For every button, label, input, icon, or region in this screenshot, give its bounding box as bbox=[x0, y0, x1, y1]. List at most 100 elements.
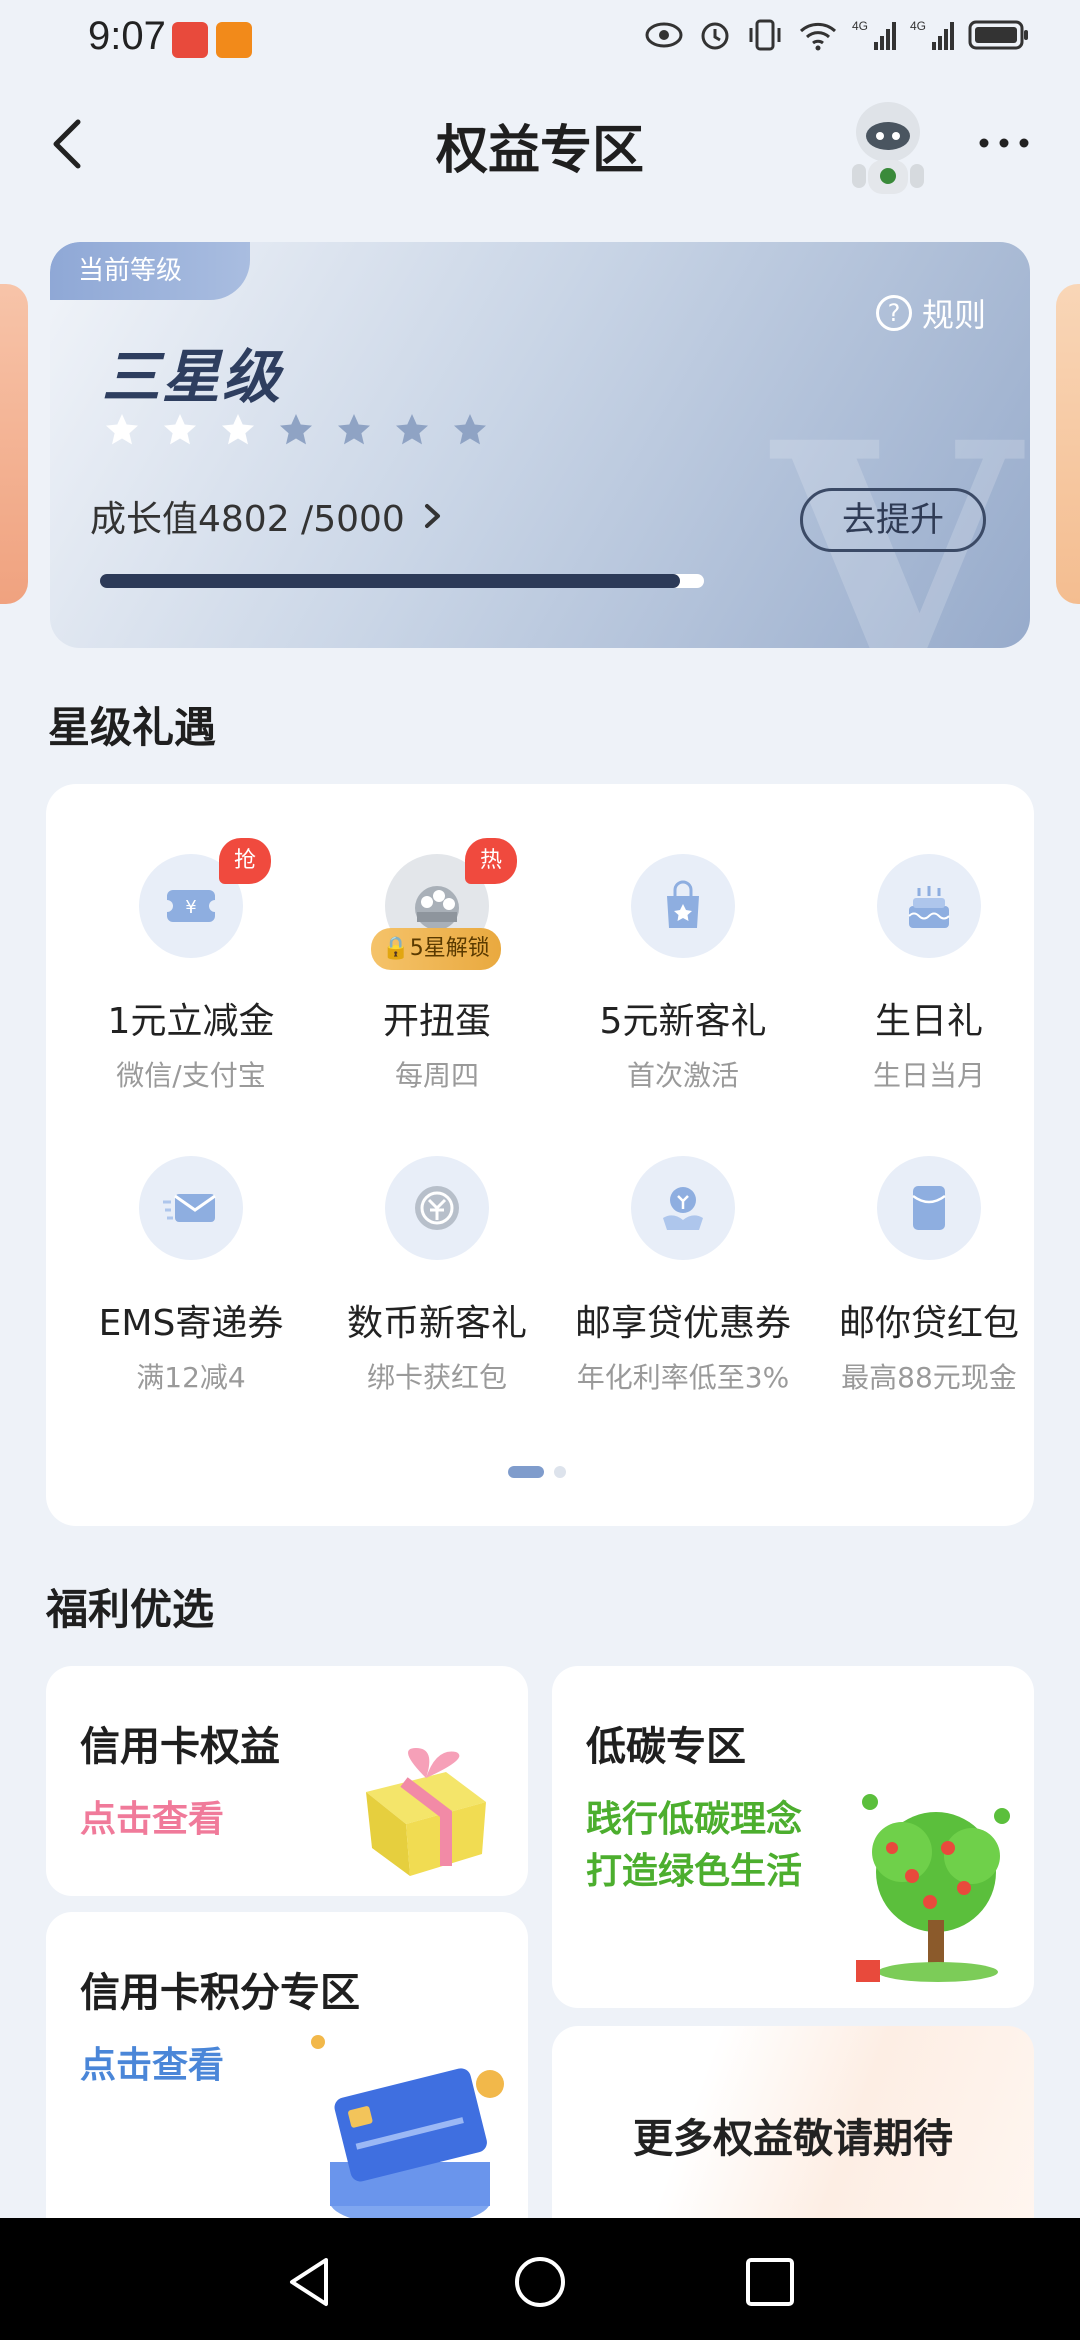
star-filled-icon bbox=[222, 414, 254, 445]
benefit-subtitle: 每周四 bbox=[394, 1059, 479, 1092]
page-indicator bbox=[508, 1466, 566, 1478]
star-gifts-panel: ¥ 抢 1元立减金 微信/支付宝 热 🔒5星解锁 开扭蛋 每周四 5元新客礼 首… bbox=[46, 784, 1034, 1526]
app-notification-icon bbox=[172, 22, 208, 58]
benefit-item-ems-coupon[interactable]: EMS寄递券 满12减4 bbox=[68, 1156, 314, 1396]
next-level-card[interactable] bbox=[1056, 284, 1080, 604]
hot-badge: 热 bbox=[465, 838, 517, 884]
more-options-button[interactable] bbox=[974, 128, 1034, 158]
page-dot-active bbox=[508, 1466, 544, 1478]
star-empty-icon bbox=[396, 414, 428, 445]
view-link[interactable]: 点击查看 bbox=[80, 1790, 224, 1842]
growth-value-link[interactable]: 成长值4802 /5000 bbox=[90, 490, 445, 542]
star-empty-icon bbox=[338, 414, 370, 445]
credit-card-points-card[interactable]: 信用卡积分专区 点击查看 bbox=[46, 1912, 528, 2242]
status-time: 9:07 bbox=[88, 14, 166, 58]
benefit-title: 开扭蛋 bbox=[382, 1001, 491, 1042]
benefit-item-birthday-gift[interactable]: 生日礼 生日当月 bbox=[806, 854, 1052, 1094]
system-navigation-bar bbox=[0, 2218, 1080, 2340]
benefit-title: 1元立减金 bbox=[107, 1001, 275, 1042]
upgrade-button[interactable]: 去提升 bbox=[800, 488, 986, 552]
growth-progress-fill bbox=[100, 574, 681, 588]
chevron-right-icon bbox=[424, 504, 440, 528]
vibrate-icon bbox=[749, 19, 781, 51]
low-carbon-zone-card[interactable]: 低碳专区 践行低碳理念 打造绿色生活 bbox=[552, 1666, 1034, 2008]
svg-text:4G: 4G bbox=[910, 19, 926, 33]
more-benefits-coming-soon: 更多权益敬请期待 bbox=[633, 2116, 953, 2162]
benefit-item-gacha[interactable]: 热 🔒5星解锁 开扭蛋 每周四 bbox=[314, 838, 560, 1094]
signal-4g-icon: 4G bbox=[852, 19, 896, 50]
notification-icons bbox=[172, 22, 252, 58]
view-link[interactable]: 点击查看 bbox=[80, 2036, 224, 2088]
level-name: 三星级 bbox=[102, 343, 283, 411]
credit-card-benefits-card[interactable]: 信用卡权益 点击查看 bbox=[46, 1666, 528, 1896]
page-dot[interactable] bbox=[554, 1466, 566, 1478]
benefit-subtitle: 首次激活 bbox=[626, 1059, 739, 1092]
benefit-title: 数币新客礼 bbox=[346, 1303, 527, 1344]
grab-badge: 抢 bbox=[219, 838, 271, 884]
question-icon: ? bbox=[875, 295, 912, 331]
status-bar: 9:07 4G 4G bbox=[0, 0, 1080, 84]
benefit-item-1yuan-coupon[interactable]: ¥ 抢 1元立减金 微信/支付宝 bbox=[68, 838, 314, 1094]
nav-back-button[interactable] bbox=[282, 2254, 338, 2310]
benefit-subtitle: 微信/支付宝 bbox=[116, 1059, 266, 1092]
nav-recents-button[interactable] bbox=[742, 2254, 798, 2310]
benefit-subtitle: 生日当月 bbox=[872, 1059, 985, 1092]
credit-card-illustration-icon bbox=[311, 2035, 504, 2226]
wifi-icon bbox=[799, 22, 837, 51]
eye-icon bbox=[645, 22, 683, 48]
red-packet-icon bbox=[877, 1156, 981, 1260]
star-filled-icon bbox=[106, 414, 138, 445]
low-carbon-slogan-1: 践行低碳理念 bbox=[586, 1799, 803, 1840]
header: 权益专区 bbox=[0, 84, 1080, 204]
loan-coupon-icon bbox=[631, 1156, 735, 1260]
robot-assistant-icon[interactable] bbox=[838, 94, 938, 204]
alarm-icon bbox=[701, 22, 729, 50]
unlock-label: 5星解锁 bbox=[409, 936, 490, 961]
envelope-icon bbox=[139, 1156, 243, 1260]
rules-label: 规则 bbox=[921, 296, 986, 334]
gift-box-icon bbox=[366, 1748, 486, 1876]
benefit-title: 邮享贷优惠券 bbox=[574, 1303, 791, 1344]
benefit-subtitle: 绑卡获红包 bbox=[366, 1361, 507, 1394]
signal-4g-icon: 4G bbox=[910, 19, 954, 50]
card-title: 信用卡积分专区 bbox=[80, 1970, 360, 2016]
digital-currency-icon bbox=[385, 1156, 489, 1260]
growth-progress-bar bbox=[100, 574, 704, 588]
svg-text:4G: 4G bbox=[852, 19, 868, 33]
benefit-item-new-customer-gift[interactable]: 5元新客礼 首次激活 bbox=[560, 854, 806, 1094]
benefit-item-digital-currency-gift[interactable]: 数币新客礼 绑卡获红包 bbox=[314, 1156, 560, 1396]
benefit-subtitle: 最高88元现金 bbox=[841, 1361, 1017, 1394]
benefit-title: 邮你贷红包 bbox=[838, 1303, 1019, 1344]
star-empty-icon bbox=[454, 414, 486, 445]
rules-button[interactable]: ? 规则 bbox=[875, 290, 986, 336]
section-title-welfare: 福利优选 bbox=[46, 1585, 215, 1634]
card-title: 低碳专区 bbox=[586, 1724, 746, 1770]
level-stars bbox=[104, 412, 488, 448]
tree-illustration-icon bbox=[856, 1794, 1010, 1982]
gacha-icon: 热 🔒5星解锁 bbox=[371, 838, 517, 970]
benefit-item-loan-coupon[interactable]: 邮享贷优惠券 年化利率低至3% bbox=[560, 1156, 806, 1396]
unlock-at-5-star-badge: 🔒5星解锁 bbox=[371, 928, 501, 970]
benefit-title: 生日礼 bbox=[874, 1001, 983, 1042]
system-status-icons: 4G 4G bbox=[644, 18, 1030, 52]
benefit-title: EMS寄递券 bbox=[98, 1303, 284, 1344]
benefit-subtitle: 年化利率低至3% bbox=[576, 1361, 790, 1394]
low-carbon-slogan-2: 打造绿色生活 bbox=[586, 1851, 803, 1892]
star-empty-icon bbox=[280, 414, 312, 445]
shopping-bag-icon bbox=[631, 854, 735, 958]
benefit-subtitle: 满12减4 bbox=[136, 1361, 246, 1394]
card-title: 信用卡权益 bbox=[80, 1724, 280, 1770]
benefit-title: 5元新客礼 bbox=[599, 1001, 767, 1042]
nav-home-button[interactable] bbox=[512, 2254, 568, 2310]
svg-text:¥: ¥ bbox=[185, 897, 196, 918]
section-title-star-gifts: 星级礼遇 bbox=[48, 703, 217, 752]
benefit-item-red-packet[interactable]: 邮你贷红包 最高88元现金 bbox=[806, 1156, 1052, 1396]
coupon-icon: ¥ 抢 bbox=[139, 838, 271, 958]
battery-icon bbox=[968, 20, 1028, 50]
previous-level-card[interactable] bbox=[0, 284, 28, 604]
app-notification-icon bbox=[216, 22, 252, 58]
star-filled-icon bbox=[164, 414, 196, 445]
birthday-cake-icon bbox=[877, 854, 981, 958]
current-level-card: V 当前等级 ? 规则 三星级 成长值4802 /5000 去提升 bbox=[50, 242, 1030, 648]
growth-value-text: 成长值4802 /5000 bbox=[90, 499, 405, 540]
